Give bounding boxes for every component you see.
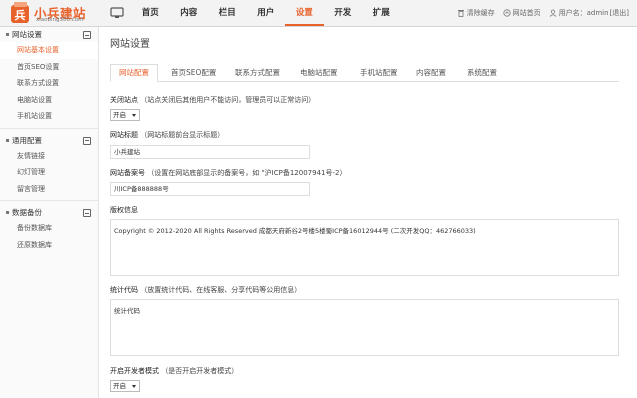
sidebar-group-title: 通用配置: [12, 135, 42, 145]
sidebar-group-title: 网站设置: [12, 30, 42, 39]
top-header: 兵 小兵建站 xiaobing360.com 首页 内容 栏目 用户 设置 开发…: [0, 0, 637, 27]
close-site-label-text: 关闭站点: [110, 96, 138, 104]
chevron-down-icon: [132, 114, 136, 117]
sidebar-item-mobile-site[interactable]: 手机站设置: [0, 108, 98, 125]
nav-item-develop[interactable]: 开发: [324, 0, 363, 26]
icp-label-text: 网站备案号: [110, 169, 145, 177]
clear-cache-link[interactable]: 清除缓存: [457, 8, 495, 18]
svg-text:兵: 兵: [15, 8, 26, 22]
bullet-icon: [6, 33, 9, 36]
site-title-input[interactable]: 小兵建站: [110, 145, 310, 159]
bullet-icon: [6, 138, 9, 142]
icp-hint: （设置在网站底部显示的备案号，如 "沪ICP备12007941号-2）: [147, 169, 347, 177]
close-site-hint: （站点关闭后其他用户不能访问，管理员可以正常访问）: [140, 96, 316, 104]
sidebar-group-head[interactable]: 网站设置: [0, 27, 98, 42]
close-site-value: 开启: [113, 111, 126, 119]
nav-item-columns[interactable]: 栏目: [208, 0, 247, 26]
dev-mode-label-text: 开启开发者模式: [110, 367, 159, 375]
stats-code-label: 统计代码 （放置统计代码、在线客服、分享代码等公用信息）: [110, 285, 301, 295]
clear-cache-label: 清除缓存: [466, 9, 495, 17]
tab-home-seo[interactable]: 首页SEO配置: [171, 64, 216, 82]
tab-pc-site[interactable]: 电脑站配置: [300, 64, 338, 82]
logout-link[interactable]: [退出]: [610, 8, 629, 18]
sidebar: 网站设置 网站基本设置 首页SEO设置 联系方式设置 电脑站设置 手机站设置 通…: [0, 27, 99, 398]
sidebar-group-head[interactable]: 通用配置: [0, 133, 98, 148]
tab-system[interactable]: 系统配置: [467, 64, 497, 82]
sidebar-item-restore-db[interactable]: 还原数据库: [0, 237, 98, 254]
collapse-icon[interactable]: [83, 209, 91, 217]
tab-content[interactable]: 内容配置: [416, 64, 446, 82]
dev-mode-hint: （是否开启开发者模式）: [161, 367, 239, 375]
brand-domain: xiaobing360.com: [36, 17, 84, 23]
copyright-textarea[interactable]: Copyright © 2012-2020 All Rights Reserve…: [110, 219, 619, 276]
sidebar-item-contact[interactable]: 联系方式设置: [0, 75, 98, 92]
dev-mode-select[interactable]: 开启: [110, 380, 140, 392]
trash-icon: [457, 10, 464, 17]
chevron-down-icon: [132, 385, 136, 388]
tab-mobile-site[interactable]: 手机站配置: [360, 64, 398, 82]
collapse-icon[interactable]: [83, 31, 91, 39]
sidebar-item-home-seo[interactable]: 首页SEO设置: [0, 59, 98, 76]
nav-item-users[interactable]: 用户: [247, 0, 286, 26]
stats-code-label-text: 统计代码: [110, 286, 138, 294]
nav-item-extend[interactable]: 扩展: [362, 0, 401, 26]
settings-tabs: 网站配置 首页SEO配置 联系方式配置 电脑站配置 手机站配置 内容配置 系统配…: [110, 64, 619, 82]
nav-item-home[interactable]: 首页: [131, 0, 170, 26]
sidebar-group-general: 通用配置 友情链接 幻灯管理 留言管理: [0, 133, 98, 201]
logo-mark-icon: 兵: [11, 2, 29, 23]
username-text: 用户名：admin: [558, 9, 609, 17]
page-title: 网站设置: [110, 39, 150, 50]
site-title-label: 网站标题 （网站标题前台显示标题）: [110, 130, 224, 140]
main-nav: 首页 内容 栏目 用户 设置 开发 扩展: [131, 0, 401, 26]
sidebar-group-head[interactable]: 数据备份: [0, 205, 98, 220]
top-right-links: 清除缓存 网站首页 用户名：admin [退出]: [449, 0, 629, 26]
tab-contact[interactable]: 联系方式配置: [235, 64, 280, 82]
sidebar-group-backup: 数据备份 备份数据库 还原数据库: [0, 205, 98, 256]
close-site-select[interactable]: 开启: [110, 109, 140, 121]
icp-label: 网站备案号 （设置在网站底部显示的备案号，如 "沪ICP备12007941号-2…: [110, 168, 346, 178]
copyright-label: 版权信息: [110, 206, 138, 214]
logo[interactable]: 兵 小兵建站 xiaobing360.com: [10, 2, 96, 24]
sidebar-item-backup-db[interactable]: 备份数据库: [0, 220, 98, 237]
sidebar-item-pc-site[interactable]: 电脑站设置: [0, 92, 98, 109]
nav-item-settings[interactable]: 设置: [285, 0, 324, 26]
close-site-label: 关闭站点 （站点关闭后其他用户不能访问，管理员可以正常访问）: [110, 95, 315, 105]
home-icon: [502, 9, 511, 17]
icp-input[interactable]: 川ICP备888888号: [110, 182, 310, 196]
sidebar-item-basic-settings[interactable]: 网站基本设置: [0, 42, 98, 59]
site-title-label-text: 网站标题: [110, 131, 138, 139]
site-home-link[interactable]: 网站首页: [502, 8, 541, 18]
stats-code-textarea[interactable]: 统计代码: [110, 299, 619, 356]
nav-item-content[interactable]: 内容: [170, 0, 209, 26]
sidebar-group-site-settings: 网站设置 网站基本设置 首页SEO设置 联系方式设置 电脑站设置 手机站设置: [0, 27, 98, 129]
site-home-label: 网站首页: [512, 9, 541, 17]
user-info: 用户名：admin [退出]: [549, 8, 629, 18]
stats-code-hint: （放置统计代码、在线客服、分享代码等公用信息）: [140, 286, 302, 294]
dev-mode-value: 开启: [113, 382, 126, 390]
sidebar-group-title: 数据备份: [12, 208, 42, 217]
monitor-icon[interactable]: [110, 7, 124, 19]
collapse-icon[interactable]: [83, 136, 91, 145]
bullet-icon: [6, 211, 9, 214]
tab-site-config[interactable]: 网站配置: [110, 64, 158, 82]
sidebar-item-messages[interactable]: 留言管理: [0, 181, 98, 198]
sidebar-item-friend-links[interactable]: 友情链接: [0, 148, 98, 165]
site-title-hint: （网站标题前台显示标题）: [140, 131, 225, 139]
user-icon: [549, 9, 556, 17]
dev-mode-label: 开启开发者模式 （是否开启开发者模式）: [110, 366, 238, 376]
sidebar-item-slides[interactable]: 幻灯管理: [0, 164, 98, 181]
